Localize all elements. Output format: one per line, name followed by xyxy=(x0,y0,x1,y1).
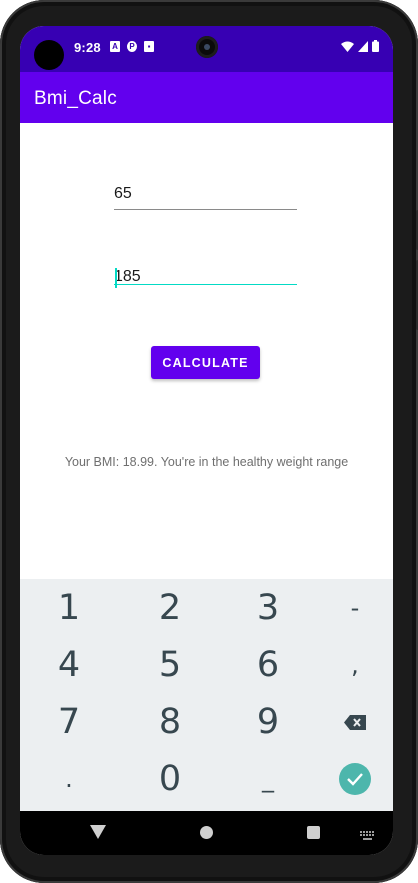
key-1[interactable]: 1 xyxy=(34,583,104,633)
weight-value: 65 xyxy=(114,185,132,202)
notification-icons: A P ▪ xyxy=(110,41,154,52)
status-time: 9:28 xyxy=(74,40,101,55)
key-minus[interactable]: - xyxy=(320,583,390,633)
key-comma[interactable]: , xyxy=(320,640,390,690)
signal-icon xyxy=(358,40,368,52)
key-done[interactable] xyxy=(320,754,390,804)
key-period[interactable]: . xyxy=(34,754,104,804)
check-icon xyxy=(339,763,371,795)
camera-cutout xyxy=(34,40,64,70)
battery-icon xyxy=(372,40,379,52)
app-bar: Bmi_Calc xyxy=(20,72,393,123)
text-cursor xyxy=(115,268,117,288)
phone-frame: 9:28 A P ▪ Bmi_Calc 65 185 CALCULATE You… xyxy=(0,0,418,883)
notification-a-icon: A xyxy=(110,41,120,52)
bmi-result-text: Your BMI: 18.99. You're in the healthy w… xyxy=(64,455,349,469)
key-underscore[interactable]: _ xyxy=(233,754,303,804)
screen: 9:28 A P ▪ Bmi_Calc 65 185 CALCULATE You… xyxy=(20,26,393,855)
key-0[interactable]: 0 xyxy=(135,754,205,804)
status-bar: 9:28 A P ▪ xyxy=(20,26,393,72)
key-5[interactable]: 5 xyxy=(135,640,205,690)
app-title: Bmi_Calc xyxy=(34,88,117,109)
height-input[interactable]: 185 xyxy=(114,252,297,288)
backspace-icon xyxy=(344,714,366,730)
back-icon[interactable] xyxy=(90,825,106,844)
weight-input[interactable]: 65 xyxy=(114,177,297,210)
key-2[interactable]: 2 xyxy=(135,583,205,633)
calculate-button[interactable]: CALCULATE xyxy=(151,346,260,379)
system-icons xyxy=(341,40,379,52)
height-value: 185 xyxy=(114,268,141,285)
main-content: 65 185 CALCULATE Your BMI: 18.99. You're… xyxy=(20,123,393,579)
numeric-keyboard: 1 2 3 - 4 5 6 , 7 8 9 . 0 _ xyxy=(20,579,393,811)
key-8[interactable]: 8 xyxy=(135,697,205,747)
key-9[interactable]: 9 xyxy=(233,697,303,747)
notification-sd-icon: ▪ xyxy=(144,41,154,52)
key-backspace[interactable] xyxy=(320,697,390,747)
notification-p-icon: P xyxy=(127,41,137,52)
key-7[interactable]: 7 xyxy=(34,697,104,747)
recents-icon[interactable] xyxy=(307,826,320,839)
key-6[interactable]: 6 xyxy=(233,640,303,690)
home-icon[interactable] xyxy=(200,826,213,839)
keyboard-switch-icon[interactable] xyxy=(360,828,376,846)
key-4[interactable]: 4 xyxy=(34,640,104,690)
wifi-icon xyxy=(341,41,354,52)
navigation-bar xyxy=(20,811,393,855)
front-camera xyxy=(196,36,218,58)
key-3[interactable]: 3 xyxy=(233,583,303,633)
